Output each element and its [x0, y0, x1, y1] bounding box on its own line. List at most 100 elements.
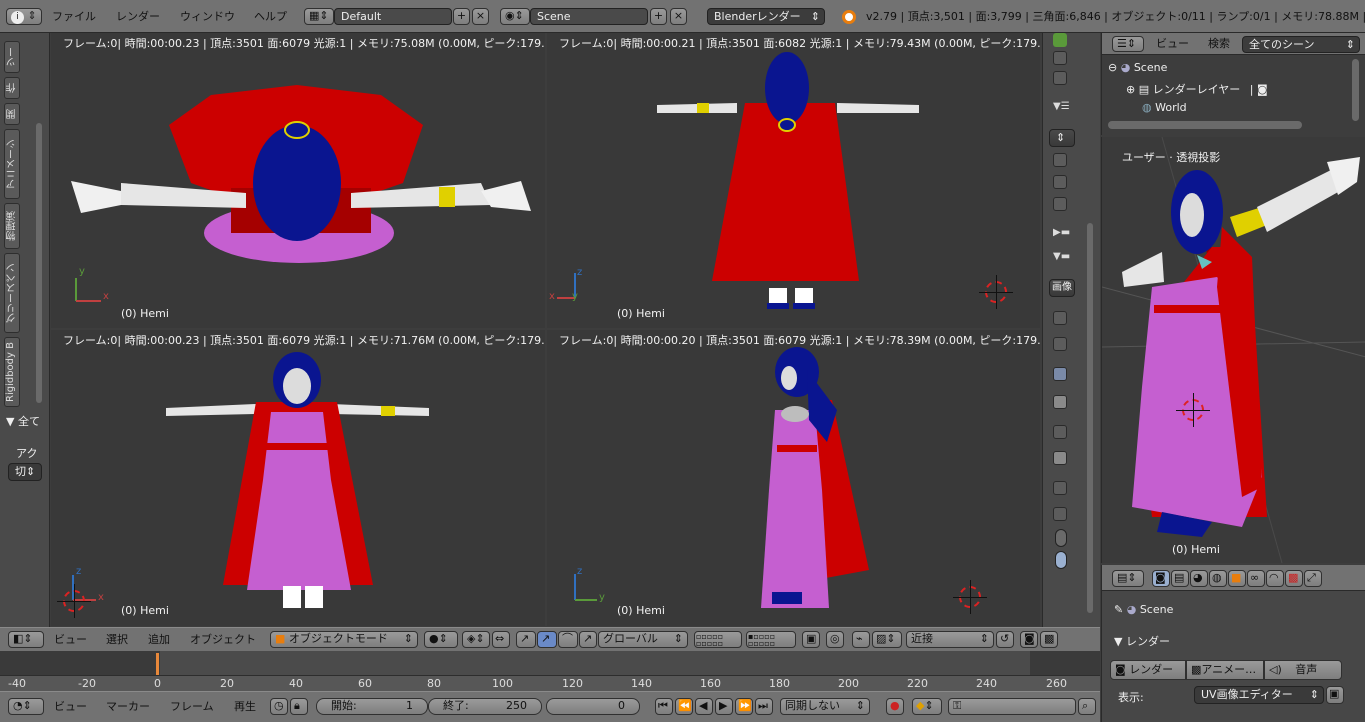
menu-search[interactable]: 検索: [1208, 36, 1230, 52]
translate-manipulator[interactable]: ↗: [516, 631, 536, 648]
tab-constraints-icon[interactable]: ∞: [1247, 570, 1265, 587]
current-frame-field[interactable]: 0: [546, 698, 640, 715]
render-panel-header[interactable]: ▼ レンダー: [1114, 633, 1170, 649]
texture-icon[interactable]: [1053, 451, 1067, 465]
menu-help[interactable]: ヘルプ: [254, 9, 287, 25]
tab-physics-icon[interactable]: ⤢: [1304, 570, 1322, 587]
render-audio-button[interactable]: ◁) 音声: [1264, 660, 1342, 680]
layer-icon[interactable]: [1053, 153, 1067, 167]
viewport-side[interactable]: フレーム:0| 時間:00:00.20 | 頂点:3501 面:6079 光源:…: [547, 330, 1040, 626]
lock-layers-icon[interactable]: ▣: [802, 631, 820, 648]
layout-delete-button[interactable]: ×: [472, 8, 489, 25]
lock-interface-icon[interactable]: ▣: [1326, 686, 1344, 704]
3d-cursor[interactable]: [1176, 393, 1210, 427]
menu-window[interactable]: ウィンドウ: [180, 9, 235, 25]
render-anim-icon[interactable]: ▩: [1040, 631, 1058, 648]
keying-set-select[interactable]: ◆⇕: [912, 698, 942, 715]
tool-icon[interactable]: [1053, 337, 1067, 351]
outliner-row-scene[interactable]: ⊖ ◕ Scene: [1108, 61, 1167, 74]
layer-icon[interactable]: [1053, 197, 1067, 211]
viewport-front[interactable]: フレーム:0| 時間:00:00.23 | 頂点:3501 面:6079 光源:…: [51, 330, 545, 626]
scene-name-field[interactable]: Scene: [530, 8, 648, 25]
tool-icon[interactable]: [1053, 311, 1067, 325]
viewport-back[interactable]: フレーム:0| 時間:00:00.21 | 頂点:3501 面:6082 光源:…: [547, 33, 1040, 328]
jump-end-button[interactable]: ⏭: [755, 698, 773, 715]
tab-tools[interactable]: ツー: [4, 41, 20, 73]
menu-add[interactable]: 追加: [148, 632, 170, 648]
editor-type-button[interactable]: ☰⇕: [1112, 36, 1144, 52]
jump-keyframe-forward-button[interactable]: ⏩: [735, 698, 753, 715]
tool-icon[interactable]: [1053, 507, 1067, 521]
toggle-icon[interactable]: [1055, 529, 1067, 547]
tab-world-icon[interactable]: ◍: [1209, 570, 1227, 587]
editor-type-button[interactable]: ◔⇕: [8, 698, 44, 715]
layer-icon[interactable]: [1053, 51, 1067, 65]
panel-collapse-icon[interactable]: ▼☰: [1053, 101, 1070, 112]
menu-marker[interactable]: マーカー: [106, 699, 150, 715]
tab-animation[interactable]: アニメーシ: [4, 129, 20, 199]
render-preview-icon[interactable]: ↺: [996, 631, 1014, 648]
sync-mode-select[interactable]: 同期しない ⇕: [780, 698, 870, 715]
end-frame-field[interactable]: 終了: 250: [428, 698, 542, 715]
3d-cursor[interactable]: [979, 275, 1013, 309]
info-editor-type-button[interactable]: i ⇕: [6, 8, 42, 25]
tab-material-icon[interactable]: ▩: [1285, 570, 1303, 587]
rotate-manipulator[interactable]: ↗: [537, 631, 557, 648]
menu-object[interactable]: オブジェクト: [190, 632, 256, 648]
tool-icon[interactable]: [1053, 481, 1067, 495]
start-frame-field[interactable]: 開始: 1: [316, 698, 428, 715]
render-still-icon[interactable]: ◙: [1020, 631, 1038, 648]
layer-icon[interactable]: [1053, 71, 1067, 85]
layout-icon-button[interactable]: ▦⇕: [304, 8, 334, 25]
scale-manipulator[interactable]: ⌒: [558, 631, 578, 648]
record-button[interactable]: ●: [886, 698, 904, 715]
render-button[interactable]: ◙ レンダー: [1110, 660, 1186, 680]
outliner-vscrollbar[interactable]: [1352, 59, 1359, 121]
pin-icon[interactable]: ✎: [1114, 603, 1123, 616]
outliner-row-render-layers[interactable]: ⊕ ▤ レンダーレイヤー | ◙: [1126, 81, 1268, 97]
jump-keyframe-back-button[interactable]: ⏪: [675, 698, 693, 715]
3d-cursor[interactable]: [57, 584, 91, 618]
insert-keyframe-icon[interactable]: ⌕: [1078, 698, 1096, 715]
tool-shelf-scrollbar[interactable]: [36, 123, 42, 403]
menu-file[interactable]: ファイル: [52, 9, 96, 25]
pivot-select[interactable]: ◈⇕: [462, 631, 490, 648]
preview-range-icon[interactable]: ◷: [270, 698, 288, 715]
snap-element-select[interactable]: ▨⇕: [872, 631, 902, 648]
play-button[interactable]: ▶: [715, 698, 733, 715]
shading-select[interactable]: ●⇕: [424, 631, 458, 648]
action-select[interactable]: 切⇕: [8, 463, 42, 481]
menu-render[interactable]: レンダー: [116, 9, 160, 25]
tab-grease-pencil[interactable]: グリースペン: [4, 253, 20, 333]
menu-view[interactable]: ビュー: [1156, 36, 1189, 52]
tab-data-icon[interactable]: ◠: [1266, 570, 1284, 587]
layers-grid[interactable]: ▫▫▫▫▫ ▫▫▫▫▫: [694, 631, 742, 648]
outliner-row-world[interactable]: ◍ World: [1142, 101, 1187, 114]
tab-object-icon[interactable]: ■: [1228, 570, 1246, 587]
render-image-button[interactable]: 画像: [1049, 279, 1075, 297]
render-animation-button[interactable]: ▩アニメー…: [1186, 660, 1264, 680]
keying-set-field[interactable]: ⚿: [948, 698, 1076, 715]
tab-create[interactable]: 作: [4, 77, 20, 99]
scene-add-button[interactable]: +: [650, 8, 667, 25]
scene-icon-button[interactable]: ◉⇕: [500, 8, 530, 25]
expand-arrow-icon[interactable]: ▼▬: [1053, 251, 1070, 262]
strip-select[interactable]: ⇕: [1049, 129, 1075, 147]
display-select[interactable]: UV画像エディター ⇕: [1194, 686, 1324, 704]
snap-toggle[interactable]: ⌁: [852, 631, 870, 648]
tab-physics[interactable]: 物理演: [4, 203, 20, 249]
toggle-icon[interactable]: [1055, 551, 1067, 569]
menu-view[interactable]: ビュー: [54, 699, 87, 715]
panel-all-header[interactable]: ▼ 全て: [6, 413, 50, 429]
timeline-area[interactable]: [0, 651, 1100, 691]
texture-icon[interactable]: [1053, 395, 1067, 409]
editor-type-button[interactable]: ▤⇕: [1112, 570, 1144, 587]
3d-cursor[interactable]: [953, 580, 987, 614]
layers-grid[interactable]: ▪▫▫▫▫ ▫▫▫▫▫: [746, 631, 796, 648]
editor-type-button[interactable]: ◧⇕: [8, 631, 44, 648]
viewport-top[interactable]: フレーム:0| 時間:00:00.23 | 頂点:3501 面:6079 光源:…: [51, 33, 545, 328]
menu-select[interactable]: 選択: [106, 632, 128, 648]
proportional-edit-icon[interactable]: ◎: [826, 631, 844, 648]
tab-render-icon[interactable]: ◙: [1152, 570, 1170, 587]
viewport-perspective[interactable]: ユーザー · 透視投影 (0) Hemi: [1101, 137, 1365, 563]
